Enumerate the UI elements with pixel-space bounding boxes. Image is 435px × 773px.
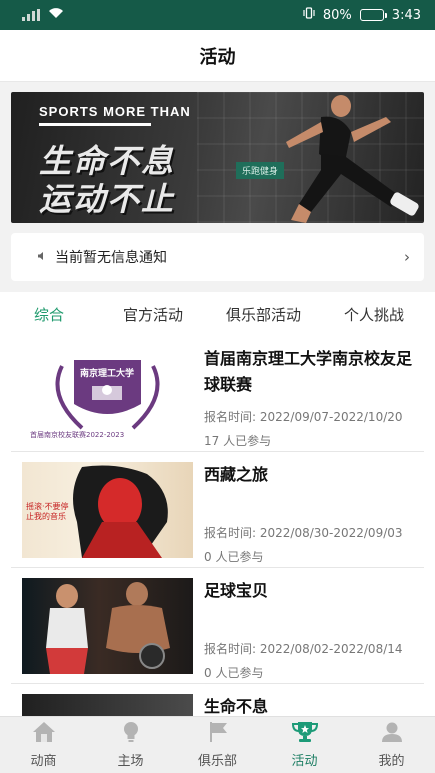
home-icon <box>32 721 56 747</box>
tabbar-label: 我的 <box>378 754 405 769</box>
tabbar-item-club[interactable]: 俱乐部 <box>174 717 261 773</box>
poster-subtitle: 首届南京校友联赛2022-2023 <box>30 431 125 439</box>
wifi-icon <box>48 7 64 23</box>
activity-title: 足球宝贝 <box>204 581 269 600</box>
tab-personal[interactable]: 个人挑战 <box>344 304 404 325</box>
activity-date: 报名时间: 2022/08/30-2022/09/03 <box>204 526 403 540</box>
trophy-icon <box>291 721 319 747</box>
tabbar-label: 活动 <box>291 754 318 769</box>
battery-icon <box>359 9 387 21</box>
status-bar: 80% 3:43 <box>0 0 435 30</box>
tabbar-label: 主场 <box>117 754 144 769</box>
notice-bar[interactable]: 当前暂无信息通知 › <box>11 233 424 281</box>
activity-title: 首届南京理工大学南京校友足球联赛 <box>204 349 413 394</box>
vibrate-icon <box>303 7 315 23</box>
activity-poster <box>22 694 193 716</box>
activity-title: 生命不息 <box>204 697 269 716</box>
clock: 3:43 <box>391 7 421 23</box>
tabbar-item-activity[interactable]: 活动 <box>261 717 348 773</box>
activity-tabs: 综合 官方活动 俱乐部活动 个人挑战 <box>0 292 435 336</box>
activity-item[interactable]: 南京理工大学 首届南京校友联赛2022-2023 首届南京理工大学南京校友足球联… <box>11 336 424 452</box>
flag-icon <box>207 721 229 747</box>
speaker-icon <box>37 251 47 264</box>
activity-poster: 摇滚·不要停止我的音乐 <box>22 462 193 558</box>
tab-official[interactable]: 官方活动 <box>123 304 226 325</box>
tabbar-label: 动商 <box>30 754 57 769</box>
activity-date: 报名时间: 2022/08/02-2022/08/14 <box>204 642 403 656</box>
activity-item[interactable]: 足球宝贝 报名时间: 2022/08/02-2022/08/14 0 人已参与 <box>11 568 424 684</box>
tabbar-item-dongshang[interactable]: 动商 <box>0 717 87 773</box>
notice-text: 当前暂无信息通知 <box>55 250 167 266</box>
poster-title: 摇滚·不要停止我的音乐 <box>26 502 69 521</box>
banner-headline-2: 运动不止 <box>39 180 176 218</box>
lightbulb-icon <box>121 721 141 747</box>
signal-icon <box>22 9 40 21</box>
tabbar-label: 俱乐部 <box>197 754 237 769</box>
activity-list: 南京理工大学 首届南京校友联赛2022-2023 首届南京理工大学南京校友足球联… <box>0 336 435 716</box>
tabbar-item-zhuchang[interactable]: 主场 <box>87 717 174 773</box>
poster-title: 南京理工大学 <box>80 369 135 379</box>
bottom-tab-bar: 动商 主场 俱乐部 活动 我的 <box>0 716 435 773</box>
tab-all[interactable]: 综合 <box>34 304 123 325</box>
activity-poster <box>22 578 193 674</box>
activity-item[interactable]: 生命不息 <box>11 684 424 716</box>
runner-figure <box>286 95 419 223</box>
battery-percent: 80% <box>322 7 352 23</box>
activity-date: 报名时间: 2022/09/07-2022/10/20 <box>204 410 403 424</box>
tabbar-item-mine[interactable]: 我的 <box>348 717 435 773</box>
activity-poster: 南京理工大学 首届南京校友联赛2022-2023 <box>22 346 193 442</box>
activity-participants: 0 人已参与 <box>204 666 264 680</box>
activity-participants: 17 人已参与 <box>204 434 272 448</box>
title-bar: 活动 <box>0 30 435 82</box>
activity-item[interactable]: 摇滚·不要停止我的音乐 西藏之旅 报名时间: 2022/08/30-2022/0… <box>11 452 424 568</box>
banner-tagline: SPORTS MORE THAN <box>39 104 191 126</box>
chevron-right-icon: › <box>404 248 410 266</box>
tab-club[interactable]: 俱乐部活动 <box>226 304 344 325</box>
banner[interactable]: SPORTS MORE THAN 生命不息 运动不止 乐跑健身 <box>11 92 424 223</box>
activity-title: 西藏之旅 <box>204 465 269 484</box>
banner-logo-tag: 乐跑健身 <box>236 162 285 179</box>
page-title: 活动 <box>199 46 236 68</box>
activity-participants: 0 人已参与 <box>204 550 264 564</box>
user-icon <box>381 721 403 747</box>
